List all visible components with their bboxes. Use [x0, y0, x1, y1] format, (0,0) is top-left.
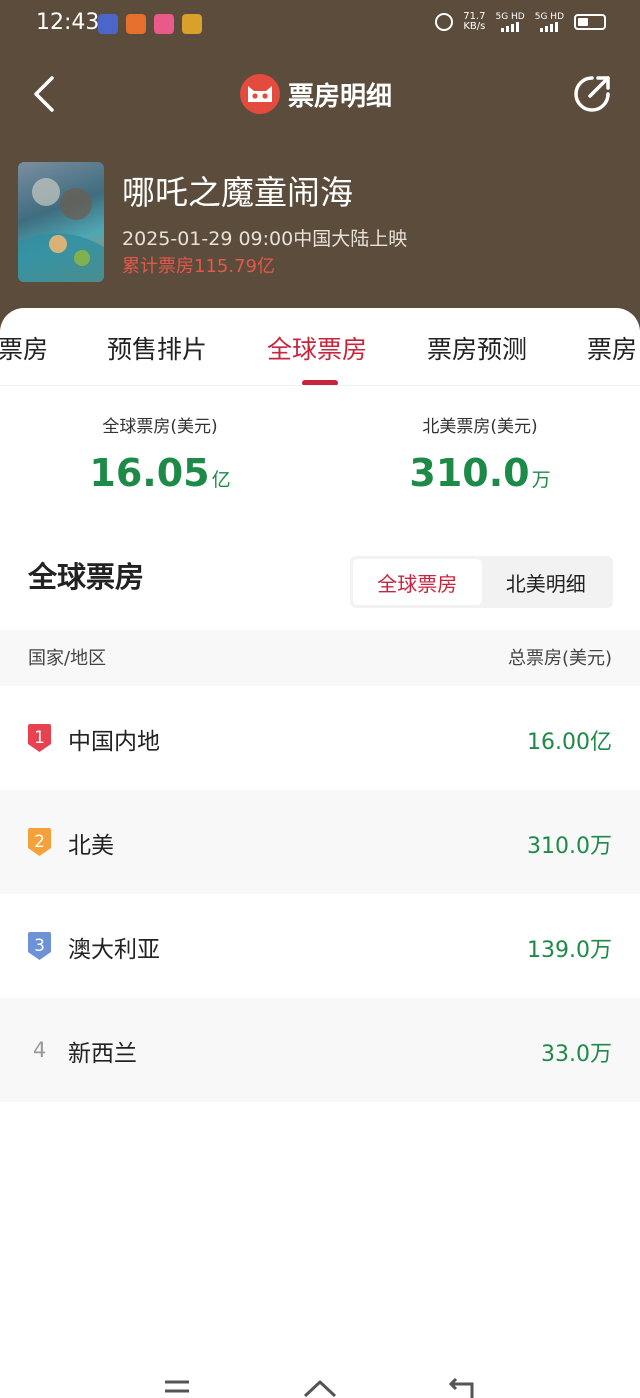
na-summary-label: 北美票房(美元) [422, 417, 538, 437]
region-toggle: 全球票房 北美明细 [350, 556, 613, 608]
section-title: 全球票房 [28, 560, 145, 594]
app-notification-icon [98, 14, 118, 34]
tab-active-indicator [302, 380, 338, 385]
signal-sim2: 5G HD [535, 12, 564, 32]
back-nav-button[interactable] [446, 1377, 478, 1398]
tab-global-box-office[interactable]: 全球票房 [267, 330, 367, 366]
home-button[interactable] [302, 1378, 338, 1398]
alarm-icon [435, 13, 454, 31]
country-name: 中国内地 [68, 729, 160, 755]
tab-box-office[interactable]: 票房 [0, 330, 48, 366]
table-row[interactable]: 3 澳大利亚 139.0万 [0, 894, 640, 998]
na-summary: 北美票房(美元) 310.0 万 [320, 412, 640, 495]
status-right: 71.7 KB/s 5G HD 5G HD [435, 12, 606, 32]
battery-icon [574, 14, 606, 30]
column-region: 国家/地区 [28, 648, 107, 669]
notification-icons [98, 14, 202, 34]
table-header: 国家/地区 总票房(美元) [0, 630, 640, 686]
movie-release-date: 2025-01-29 09:00中国大陆上映 [122, 228, 408, 250]
menu-icon [165, 1380, 189, 1393]
signal-sim1: 5G HD [495, 12, 525, 32]
country-name: 澳大利亚 [68, 937, 160, 963]
movie-poster[interactable] [18, 162, 104, 282]
network-speed: 71.7 KB/s [463, 12, 485, 32]
global-summary: 全球票房(美元) 16.05 亿 [0, 412, 320, 495]
na-summary-value: 310.0 万 [320, 451, 640, 495]
sim2-label: 5G HD [534, 12, 564, 22]
country-name: 北美 [68, 833, 114, 859]
country-name: 新西兰 [68, 1041, 137, 1067]
rank-number: 3 [34, 936, 45, 956]
content-card: 票房 预售排片 全球票房 票房预测 票房 全球票房(美元) 16.05 亿 北美票… [0, 308, 640, 1398]
signal-bars-icon [501, 22, 520, 32]
column-total: 总票房(美元) [507, 648, 612, 669]
box-office-amount: 16.00亿 [527, 730, 612, 755]
maoyan-cat-logo-icon [240, 74, 280, 114]
signal-bars-icon [540, 22, 559, 32]
status-bar: 12:43 71.7 KB/s 5G HD 5G HD [0, 0, 640, 50]
rank-number: 2 [34, 832, 45, 852]
global-summary-label: 全球票房(美元) [102, 417, 218, 437]
tab-forecast[interactable]: 票房预测 [427, 330, 527, 366]
tab-box-office-more[interactable]: 票房 [587, 330, 637, 366]
share-icon [574, 76, 610, 112]
rank-badge: 4 [26, 1034, 53, 1066]
app-notification-icon [154, 14, 174, 34]
header: 12:43 71.7 KB/s 5G HD 5G HD 票房明细 哪吒之魔童闹海… [0, 0, 640, 330]
toggle-north-america[interactable]: 北美明细 [482, 559, 611, 605]
app-notification-icon [126, 14, 146, 34]
page-title: 票房明细 [288, 81, 393, 112]
back-button[interactable] [28, 72, 68, 116]
home-icon [303, 1380, 337, 1398]
table-row[interactable]: 4 新西兰 33.0万 [0, 998, 640, 1102]
sim1-label: 5G HD [495, 12, 525, 22]
rank-badge: 2 [26, 826, 53, 858]
menu-button[interactable] [162, 1378, 192, 1398]
tab-bar: 票房 预售排片 全球票房 票房预测 票房 [0, 308, 640, 386]
global-value-unit: 亿 [211, 469, 231, 491]
table-row[interactable]: 2 北美 310.0万 [0, 790, 640, 894]
na-value-unit: 万 [531, 469, 551, 491]
global-value-number: 16.05 [89, 451, 210, 495]
rank-badge: 3 [26, 930, 53, 962]
nav-title-group: 票房明细 [240, 72, 392, 116]
global-summary-value: 16.05 亿 [0, 451, 320, 495]
toggle-global[interactable]: 全球票房 [353, 559, 482, 605]
chevron-left-icon [34, 76, 54, 112]
na-value-number: 310.0 [409, 451, 530, 495]
movie-title: 哪吒之魔童闹海 [122, 173, 353, 212]
rank-number: 4 [32, 1038, 47, 1062]
net-speed-unit: KB/s [463, 21, 486, 32]
box-office-amount: 33.0万 [541, 1042, 612, 1067]
box-office-amount: 310.0万 [527, 834, 612, 859]
app-notification-icon [182, 14, 202, 34]
box-office-amount: 139.0万 [527, 938, 612, 963]
tab-presale[interactable]: 预售排片 [107, 330, 207, 366]
share-button[interactable] [570, 72, 614, 116]
rank-number: 1 [34, 728, 45, 748]
status-time: 12:43 [36, 10, 100, 35]
system-nav-bar [0, 1370, 640, 1398]
movie-total-box-office: 累计票房115.79亿 [122, 256, 275, 277]
back-arrow-icon [448, 1377, 474, 1398]
table-row[interactable]: 1 中国内地 16.00亿 [0, 686, 640, 790]
rank-badge: 1 [26, 722, 53, 754]
